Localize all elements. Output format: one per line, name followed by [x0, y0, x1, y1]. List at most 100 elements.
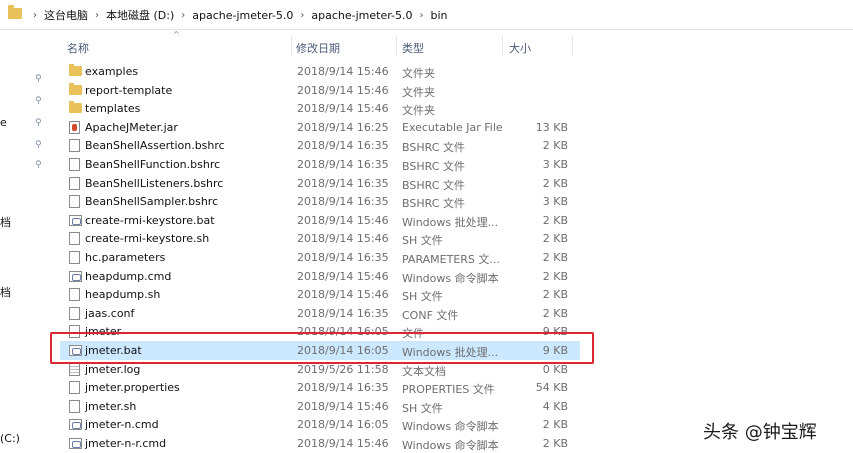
file-name: heapdump.sh	[85, 288, 161, 302]
breadcrumb-item-jmeter-outer[interactable]: apache-jmeter-5.0	[192, 9, 293, 22]
column-header-row: ^ 名称 修改日期 类型 大小	[60, 30, 580, 60]
file-row[interactable]: BeanShellFunction.bshrc 2018/9/14 16:35 BS…	[60, 155, 580, 174]
file-name: ApacheJMeter.jar	[85, 120, 178, 134]
file-modified-date: 2018/9/14 15:46	[297, 436, 389, 450]
chevron-right-icon[interactable]: ›	[33, 10, 37, 21]
chevron-right-icon[interactable]: ›	[300, 10, 304, 21]
file-row[interactable]: jmeter-n.cmd 2018/9/14 16:05 Windows 命令脚本 2…	[60, 415, 580, 434]
navigation-pane: ⚲ ⚲ ⚲ ⚲ ⚲ e 档 档 (C:)	[0, 30, 50, 453]
nav-item-drive-c[interactable]: (C:)	[0, 432, 20, 445]
chevron-right-icon[interactable]: ›	[420, 10, 424, 21]
pin-icon[interactable]: ⚲	[35, 140, 45, 150]
file-row[interactable]: BeanShellListeners.bshrc 2018/9/14 16:35 B…	[60, 174, 580, 193]
file-size: 9 KB	[542, 343, 568, 357]
file-size: 2 KB	[542, 250, 568, 264]
pin-icon[interactable]: ⚲	[35, 96, 45, 106]
file-row[interactable]: create-rmi-keystore.bat 2018/9/14 15:46 Wi…	[60, 211, 580, 230]
file-type: SH 文件	[402, 401, 443, 415]
breadcrumb-item-this-pc[interactable]: 这台电脑	[44, 7, 88, 23]
file-modified-date: 2018/9/14 16:35	[297, 381, 389, 395]
column-header-date[interactable]: 修改日期	[296, 40, 340, 56]
file-modified-date: 2018/9/14 16:35	[297, 176, 389, 190]
batch-file-icon	[69, 419, 82, 431]
file-name: BeanShellAssertion.bshrc	[85, 139, 225, 153]
jar-icon	[69, 120, 80, 134]
column-header-size[interactable]: 大小	[509, 40, 531, 56]
column-divider[interactable]	[291, 36, 292, 56]
file-type: Windows 命令脚本	[402, 271, 499, 285]
file-row[interactable]: BeanShellSampler.bshrc 2018/9/14 16:35 BSH…	[60, 192, 580, 211]
file-row[interactable]: hc.parameters 2018/9/14 16:35 PARAMETERS 文…	[60, 248, 580, 267]
file-name: jmeter.log	[85, 362, 141, 376]
file-row[interactable]: jmeter.bat 2018/9/14 16:05 Windows 批处理... 9…	[60, 340, 580, 360]
file-row[interactable]: jmeter.log 2019/5/26 11:58 文本文档 0 KB	[60, 360, 580, 379]
file-row[interactable]: create-rmi-keystore.sh 2018/9/14 15:46 SH …	[60, 229, 580, 248]
file-row[interactable]: BeanShellAssertion.bshrc 2018/9/14 16:35 B…	[60, 136, 580, 155]
file-name: templates	[85, 102, 141, 116]
file-row[interactable]: jaas.conf 2018/9/14 16:35 CONF 文件 2 KB	[60, 304, 580, 323]
file-name: BeanShellFunction.bshrc	[85, 157, 221, 171]
file-name: jmeter.sh	[85, 399, 137, 413]
file-type: BSHRC 文件	[402, 197, 465, 211]
column-divider[interactable]	[572, 36, 573, 56]
file-modified-date: 2018/9/14 16:35	[297, 306, 389, 320]
file-type: PROPERTIES 文件	[402, 383, 495, 397]
file-row[interactable]: report-template 2018/9/14 15:46 文件夹	[60, 81, 580, 100]
file-size: 13 KB	[535, 120, 568, 134]
file-modified-date: 2018/9/14 16:05	[297, 343, 389, 357]
file-size: 2 KB	[542, 436, 568, 450]
file-type: BSHRC 文件	[402, 178, 465, 192]
file-type: Windows 批处理...	[402, 345, 499, 359]
file-row[interactable]: examples 2018/9/14 15:46 文件夹	[60, 62, 580, 81]
file-modified-date: 2018/9/14 16:05	[297, 325, 389, 339]
file-size: 3 KB	[542, 157, 568, 171]
file-row[interactable]: jmeter.sh 2018/9/14 15:46 SH 文件 4 KB	[60, 397, 580, 416]
pin-icon[interactable]: ⚲	[35, 118, 45, 128]
file-icon	[69, 139, 80, 153]
breadcrumb-item-jmeter-inner[interactable]: apache-jmeter-5.0	[311, 9, 412, 22]
file-row[interactable]: templates 2018/9/14 15:46 文件夹	[60, 99, 580, 118]
file-icon	[69, 250, 80, 264]
file-icon	[69, 399, 80, 413]
chevron-right-icon[interactable]: ›	[181, 10, 185, 21]
file-row[interactable]: heapdump.sh 2018/9/14 15:46 SH 文件 2 KB	[60, 285, 580, 304]
file-row[interactable]: jmeter.properties 2018/9/14 16:35 PROPERTI…	[60, 378, 580, 397]
file-type: 文件夹	[402, 104, 435, 118]
file-size: 2 KB	[542, 269, 568, 283]
chevron-right-icon[interactable]: ›	[95, 10, 99, 21]
pin-icon[interactable]: ⚲	[35, 160, 45, 170]
file-icon	[69, 288, 80, 302]
breadcrumb: › 这台电脑 › 本地磁盘 (D:) › apache-jmeter-5.0 ›…	[26, 7, 448, 23]
file-row[interactable]: jmeter-n-r.cmd 2018/9/14 15:46 Windows 命令脚…	[60, 434, 580, 453]
file-size: 0 KB	[542, 362, 568, 376]
file-name: BeanShellSampler.bshrc	[85, 195, 219, 209]
watermark: 头条 @钟宝辉	[703, 422, 817, 443]
file-type: 文件	[402, 327, 424, 341]
file-modified-date: 2019/5/26 11:58	[297, 362, 389, 376]
file-row[interactable]: heapdump.cmd 2018/9/14 15:46 Windows 命令脚本 2…	[60, 267, 580, 286]
nav-item-fragment[interactable]: 档	[0, 214, 11, 230]
column-divider[interactable]	[396, 36, 397, 56]
file-name: create-rmi-keystore.bat	[85, 213, 215, 227]
column-divider[interactable]	[502, 36, 503, 56]
breadcrumb-item-drive-d[interactable]: 本地磁盘 (D:)	[106, 7, 174, 23]
file-modified-date: 2018/9/14 16:35	[297, 195, 389, 209]
file-type: Windows 命令脚本	[402, 438, 499, 452]
file-icon	[69, 157, 80, 171]
file-modified-date: 2018/9/14 15:46	[297, 399, 389, 413]
column-header-name[interactable]: 名称	[67, 40, 89, 56]
file-type: Windows 批处理...	[402, 215, 499, 229]
column-header-type[interactable]: 类型	[402, 40, 424, 56]
batch-file-icon	[69, 270, 82, 282]
nav-item-fragment[interactable]: 档	[0, 284, 11, 300]
file-modified-date: 2018/9/14 15:46	[297, 213, 389, 227]
file-modified-date: 2018/9/14 16:05	[297, 418, 389, 432]
breadcrumb-item-bin[interactable]: bin	[431, 9, 448, 22]
file-row[interactable]: ApacheJMeter.jar 2018/9/14 16:25 Executabl…	[60, 118, 580, 137]
address-bar[interactable]: › 这台电脑 › 本地磁盘 (D:) › apache-jmeter-5.0 ›…	[0, 0, 853, 30]
nav-item-fragment[interactable]: e	[0, 116, 7, 129]
file-size: 9 KB	[542, 325, 568, 339]
file-modified-date: 2018/9/14 15:46	[297, 65, 389, 78]
file-row[interactable]: jmeter 2018/9/14 16:05 文件 9 KB	[60, 322, 580, 341]
pin-icon[interactable]: ⚲	[35, 74, 45, 84]
